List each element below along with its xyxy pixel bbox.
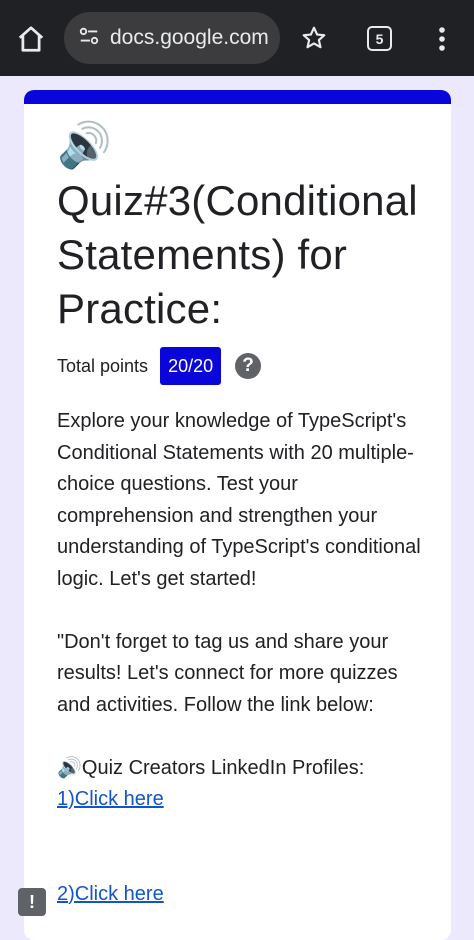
card-accent-bar [24,90,451,104]
linkedin-heading: 🔊Quiz Creators LinkedIn Profiles: [57,756,365,779]
description-paragraph: Explore your knowledge of TypeScript's C… [57,410,421,590]
browser-toolbar: docs.google.com 5 [0,0,474,76]
total-points-badge: 20/20 [160,347,222,385]
form-title: Quiz#3(Conditional Statements) for Pract… [57,177,418,332]
form-description: Explore your knowledge of TypeScript's C… [57,406,429,910]
help-icon[interactable]: ? [235,353,262,379]
speaker-icon: 🔊 [57,121,112,170]
bookmark-star-icon[interactable] [298,22,330,54]
total-points-label: Total points [57,355,149,376]
url-text[interactable]: docs.google.com [110,26,269,50]
linkedin-link-2[interactable]: 2)Click here [57,883,164,905]
site-settings-icon[interactable] [78,25,100,52]
form-header-card: 🔊 Quiz#3(Conditional Statements) for Pra… [24,90,451,940]
form-header-content: 🔊 Quiz#3(Conditional Statements) for Pra… [57,120,429,910]
more-menu-icon[interactable] [430,22,454,56]
tab-switcher-button[interactable]: 5 [367,26,392,51]
linkedin-link-1[interactable]: 1)Click here [57,788,164,810]
address-bar[interactable]: docs.google.com [64,12,280,64]
report-feedback-icon[interactable]: ! [18,888,46,916]
description-paragraph: "Don't forget to tag us and share your r… [57,630,398,716]
home-icon[interactable] [14,22,48,56]
total-points-row: Total points 20/20 ? [57,346,429,386]
